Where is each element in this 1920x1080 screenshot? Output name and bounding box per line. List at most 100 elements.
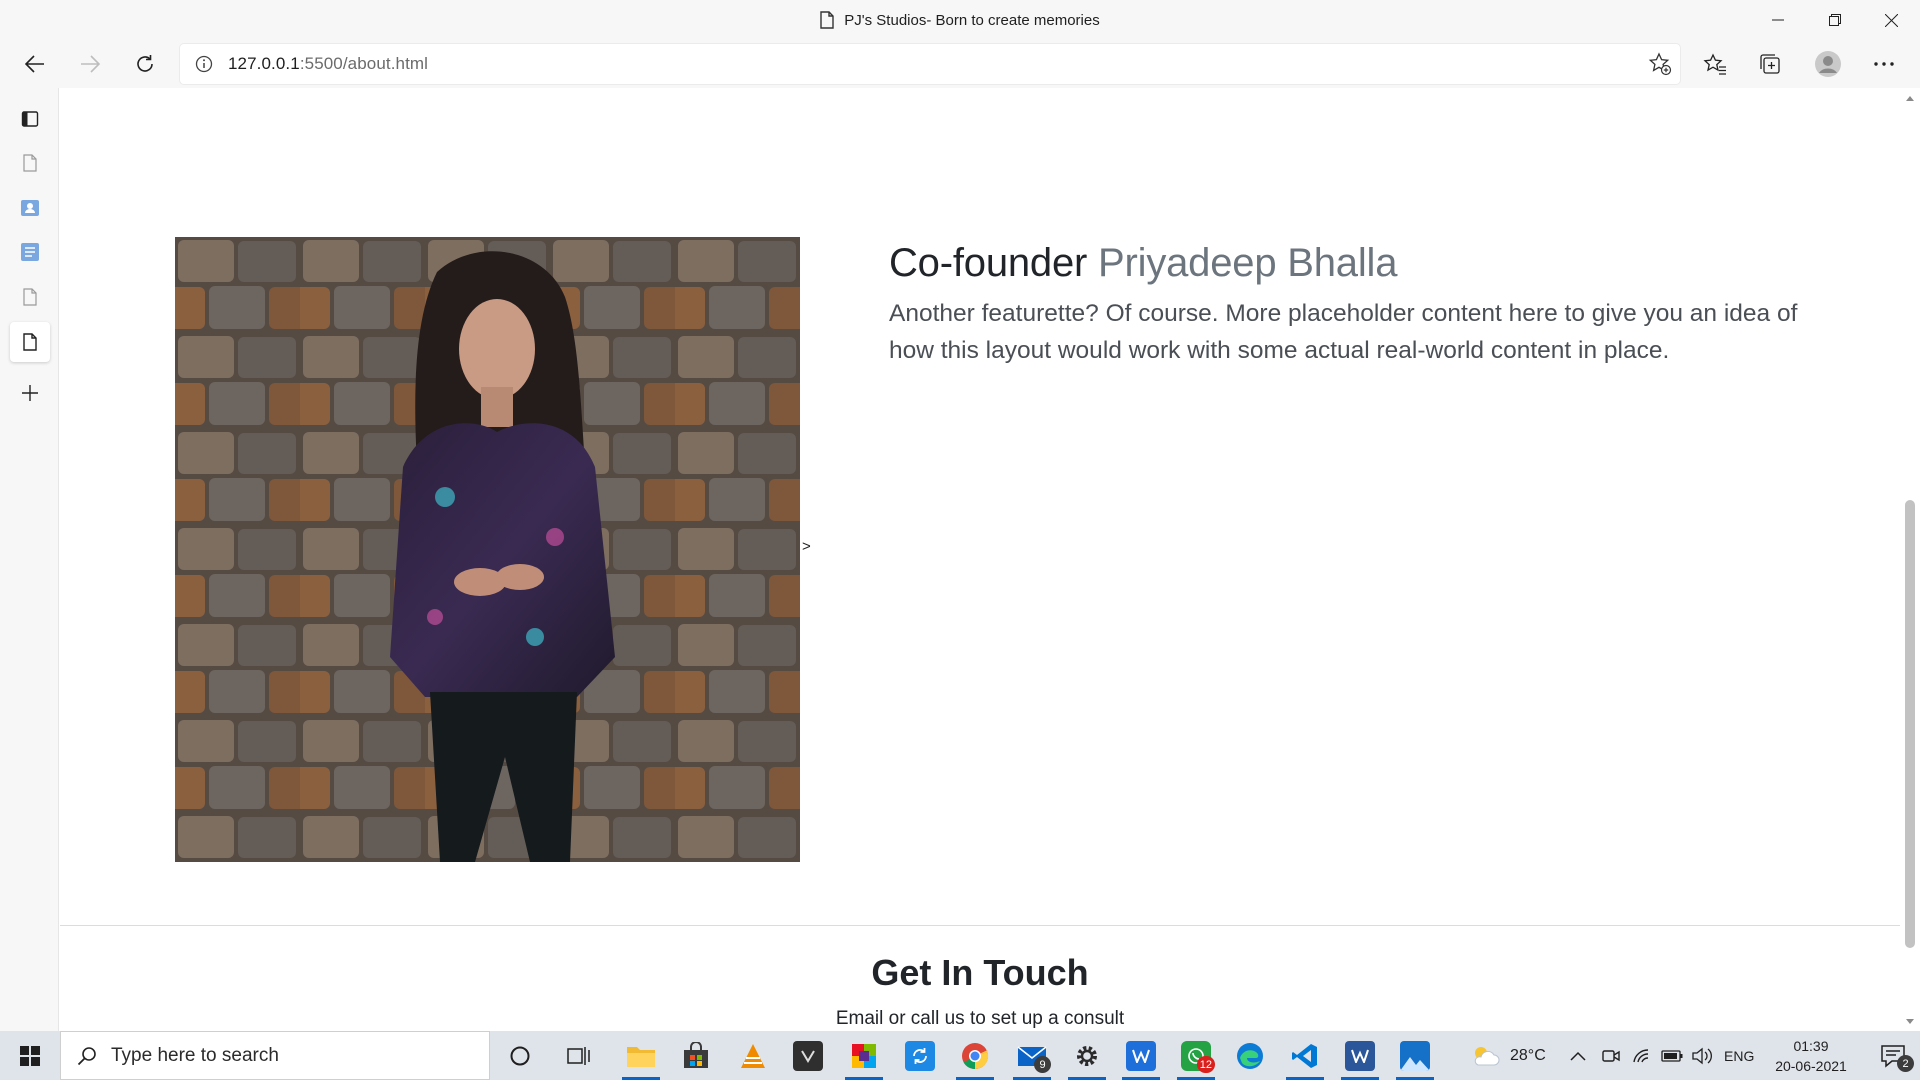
site-info-icon[interactable]: [180, 55, 228, 73]
file-explorer-app[interactable]: [614, 1031, 668, 1080]
collections-button[interactable]: [1750, 40, 1790, 88]
vlc-app[interactable]: [726, 1031, 780, 1080]
battery-button[interactable]: [1661, 1031, 1683, 1080]
sync-app[interactable]: [893, 1031, 947, 1080]
forward-arrow-icon: [81, 55, 100, 73]
sync-arrows-icon: [913, 1047, 927, 1064]
vertical-tab-1[interactable]: [10, 143, 50, 183]
photos-app[interactable]: [1388, 1031, 1442, 1080]
mail-app[interactable]: 9: [1005, 1031, 1059, 1080]
task-view-button[interactable]: [552, 1031, 606, 1080]
action-center-button[interactable]: 2: [1866, 1031, 1920, 1080]
contact-card-icon: [21, 200, 39, 216]
address-bar[interactable]: 127.0.0.1:5500/about.html: [180, 44, 1680, 84]
chevron-up-icon: [1570, 1051, 1586, 1061]
wps-app[interactable]: [1114, 1031, 1168, 1080]
scrollbar-thumb[interactable]: [1905, 500, 1915, 948]
clock-time: 01:39: [1793, 1037, 1829, 1054]
vertical-tabs-sidebar: [0, 88, 59, 1031]
profile-button[interactable]: [1808, 40, 1848, 88]
network-button[interactable]: [1632, 1031, 1650, 1080]
camera-icon: [1602, 1049, 1620, 1062]
shopping-bag-icon: [684, 1041, 708, 1068]
add-favorite-icon[interactable]: [1648, 52, 1672, 81]
mountain-photo-icon: [1400, 1056, 1430, 1071]
favorites-button[interactable]: [1695, 40, 1735, 88]
color-app[interactable]: [837, 1031, 891, 1080]
tab-actions-menu[interactable]: [10, 99, 50, 139]
featurette-heading: Co-founder Priyadeep Bhalla: [889, 239, 1397, 287]
section-divider: [60, 925, 1900, 926]
wifi-icon: [1633, 1048, 1649, 1062]
store-app[interactable]: [669, 1031, 723, 1080]
input-language-button[interactable]: ENG: [1724, 1031, 1754, 1080]
language-text: ENG: [1724, 1047, 1755, 1064]
window-title: PJ's Studios- Born to create memories: [0, 0, 1920, 40]
vertical-tab-3[interactable]: [10, 232, 50, 272]
close-button[interactable]: [1863, 0, 1920, 40]
refresh-icon: [137, 55, 153, 72]
start-button[interactable]: [0, 1031, 60, 1080]
restore-button[interactable]: [1806, 0, 1863, 40]
weather-widget[interactable]: 28°C: [1470, 1031, 1546, 1080]
meet-now-button[interactable]: [1602, 1031, 1620, 1080]
partly-cloudy-icon: [1474, 1046, 1500, 1065]
search-icon: [77, 1046, 97, 1066]
featurette-lead: Another featurette? Of course. More plac…: [889, 300, 1798, 364]
page-icon: [23, 288, 37, 306]
window-title-text: PJ's Studios- Born to create memories: [844, 11, 1100, 29]
page-icon: [23, 154, 37, 172]
windows-taskbar: Type here to search 9 12 28°C ENG 01:39 …: [0, 1031, 1920, 1080]
folder-icon: [627, 1046, 655, 1067]
volume-button[interactable]: [1692, 1031, 1714, 1080]
windows-logo-icon: [20, 1045, 40, 1066]
dark-app[interactable]: [781, 1031, 835, 1080]
chrome-app[interactable]: [948, 1031, 1002, 1080]
vscode-app[interactable]: [1278, 1031, 1332, 1080]
refresh-button[interactable]: [125, 40, 165, 88]
speaker-icon: [1692, 1047, 1712, 1064]
settings-more-button[interactable]: [1864, 40, 1904, 88]
edge-app[interactable]: [1223, 1031, 1277, 1080]
notification-badge: 2: [1897, 1055, 1914, 1072]
vertical-tab-2[interactable]: [10, 188, 50, 228]
show-hidden-icons-button[interactable]: [1570, 1031, 1586, 1080]
scroll-up-arrow-icon[interactable]: [1900, 90, 1920, 106]
cortana-button[interactable]: [493, 1031, 547, 1080]
vertical-tab-4[interactable]: [10, 277, 50, 317]
cortana-circle-icon: [510, 1046, 530, 1065]
minimize-button[interactable]: [1749, 0, 1806, 40]
system-clock[interactable]: 01:39 20-06-2021: [1762, 1031, 1860, 1080]
task-view-icon: [567, 1046, 590, 1065]
wps-w-icon: [1132, 1049, 1150, 1063]
word-w-icon: [1351, 1049, 1369, 1063]
plus-icon: [22, 385, 38, 401]
page-scrollbar[interactable]: [1900, 88, 1920, 1031]
temperature-text: 28°C: [1510, 1046, 1546, 1064]
profile-avatar-icon: [1815, 51, 1841, 77]
vertical-tab-active[interactable]: [10, 322, 50, 362]
taskbar-search-box[interactable]: Type here to search: [60, 1031, 490, 1080]
document-lines-icon: [21, 243, 39, 261]
contact-heading: Get In Touch: [871, 952, 1089, 993]
favorites-icon: [1703, 53, 1726, 75]
whatsapp-app[interactable]: 12: [1169, 1031, 1223, 1080]
forward-button[interactable]: [70, 40, 110, 88]
whatsapp-badge: 12: [1196, 1056, 1215, 1073]
edge-icon: [1237, 1042, 1263, 1069]
url-text[interactable]: 127.0.0.1:5500/about.html: [228, 54, 428, 74]
page-viewport: > Co-founder Priyadeep Bhalla Another fe…: [60, 88, 1900, 1031]
search-placeholder: Type here to search: [111, 1044, 279, 1066]
word-app[interactable]: [1333, 1031, 1387, 1080]
back-button[interactable]: [15, 40, 55, 88]
vlc-cone-icon: [741, 1043, 765, 1068]
color-grid-icon: [852, 1043, 876, 1068]
clock-date: 20-06-2021: [1775, 1057, 1847, 1074]
vscode-icon: [1292, 1043, 1317, 1068]
new-tab-button[interactable]: [10, 373, 50, 413]
more-dots-icon: [1874, 62, 1894, 66]
settings-app[interactable]: [1060, 1031, 1114, 1080]
cofounder-photo: [175, 237, 800, 862]
scroll-down-arrow-icon[interactable]: [1900, 1013, 1920, 1029]
carousel-next-arrow[interactable]: >: [802, 538, 811, 555]
